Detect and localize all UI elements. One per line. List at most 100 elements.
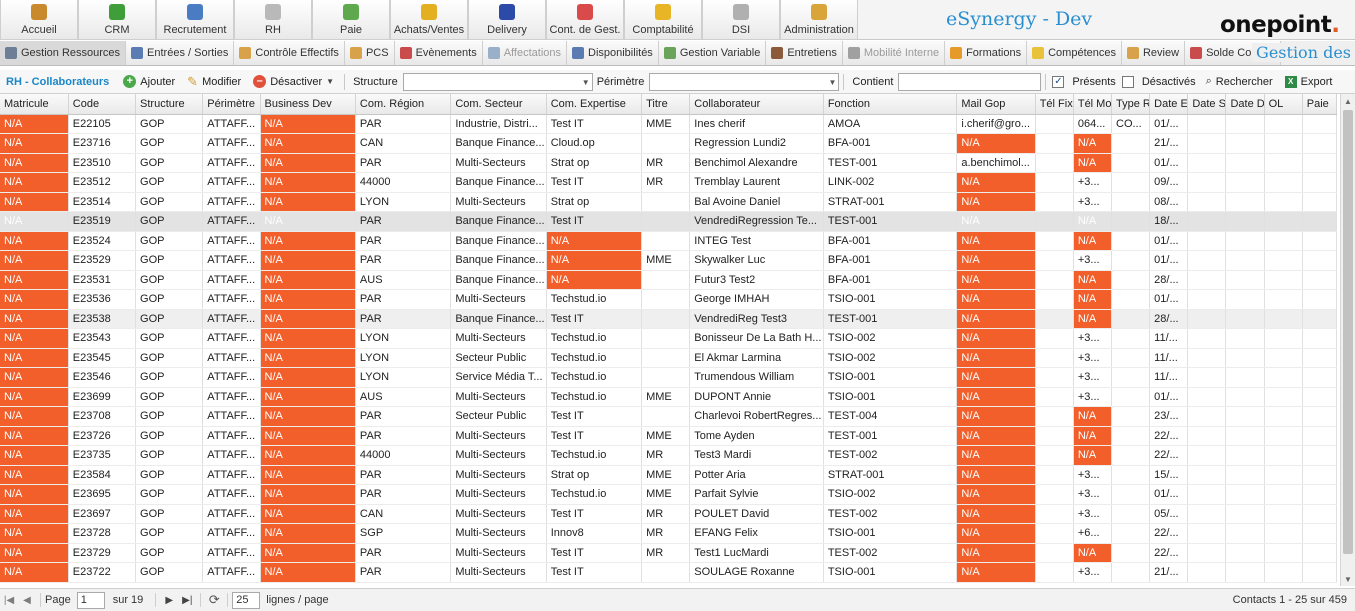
column-header[interactable]: Collaborateur [689,94,824,115]
table-row[interactable]: N/A E23546 GOP ATTAFF... N/A LYON Service Médi… [0,367,1338,388]
tab-pcs[interactable]: PCS [344,41,395,65]
chevron-down-icon[interactable]: ▼ [326,77,334,86]
column-header[interactable]: Com. Expertise [546,94,643,115]
onepoint-logo: onepoint. [1220,12,1340,38]
column-header[interactable]: Structure [135,94,204,115]
column-header[interactable]: Business Dev [260,94,356,115]
module-delivery[interactable]: Delivery [468,0,546,40]
table-row[interactable]: N/A E23729 GOP ATTAFF... N/A PAR Multi-Secteur… [0,543,1338,563]
page-number-input[interactable]: 1 [76,591,105,609]
module-dsi[interactable]: DSI [702,0,780,40]
tab-controle-effectifs[interactable]: Contrôle Effectifs [234,41,345,65]
table-cell [1264,543,1303,563]
tab-gestion-ressources[interactable]: Gestion Ressources [0,41,127,65]
column-header[interactable]: OL [1264,94,1303,115]
table-row[interactable]: N/A E23584 GOP ATTAFF... N/A PAR Multi-Secteur… [0,465,1338,485]
table-row[interactable]: N/A E23524 GOP ATTAFF... N/A PAR Banque Financ… [0,231,1338,251]
last-page-icon[interactable]: ▶| [178,595,196,606]
table-row[interactable]: N/A E23708 GOP ATTAFF... N/A PAR Secteur Publi… [0,406,1338,427]
column-header[interactable]: Périmètre [202,94,261,115]
tab-evenements[interactable]: Evènements [394,41,483,65]
table-row[interactable]: N/A E22105 GOP ATTAFF... N/A PAR Industrie, Di… [0,114,1338,134]
column-header[interactable]: Com. Secteur [450,94,547,115]
structure-select[interactable]: ▼ [402,72,593,91]
column-header[interactable]: Mail Gop [956,94,1036,115]
table-cell [1035,445,1074,466]
table-row[interactable]: N/A E23735 GOP ATTAFF... N/A 44000 Multi-Secte… [0,445,1338,466]
table-cell: Techstud.io [546,367,643,388]
scroll-down-icon[interactable]: ▼ [1341,572,1355,586]
tab-gestion-variable[interactable]: Gestion Variable [658,41,767,65]
module-accueil[interactable]: Accueil [0,0,78,40]
table-row[interactable]: N/A E23545 GOP ATTAFF... N/A LYON Secteur Publ… [0,348,1338,368]
table-row[interactable]: N/A E23728 GOP ATTAFF... N/A SGP Multi-Secteur… [0,523,1338,544]
column-header[interactable]: Date S [1187,94,1227,115]
table-cell: N/A [260,133,356,154]
module-rh[interactable]: RH [234,0,312,40]
table-cell: ATTAFF... [202,504,261,524]
module-paie[interactable]: Paie [312,0,390,40]
deactivate-button[interactable]: – Désactiver ▼ [247,75,340,88]
page-size-input[interactable]: 25 [232,591,261,609]
table-cell: Cloud.op [546,133,643,154]
tab-formations[interactable]: Formations [945,41,1028,65]
table-row[interactable]: N/A E23543 GOP ATTAFF... N/A LYON Multi-Secteu… [0,328,1338,349]
contient-input[interactable] [898,72,1042,91]
table-row[interactable]: N/A E23726 GOP ATTAFF... N/A PAR Multi-Secteur… [0,426,1338,446]
module-recrutement[interactable]: Recrutement [156,0,234,40]
column-header[interactable]: Date D [1225,94,1265,115]
previous-page-icon[interactable]: ◀ [18,595,36,606]
table-row[interactable]: N/A E23697 GOP ATTAFF... N/A CAN Multi-Secteur… [0,504,1338,524]
scrollbar-thumb[interactable] [1343,110,1353,554]
table-row[interactable]: N/A E23699 GOP ATTAFF... N/A AUS Multi-Secteur… [0,387,1338,407]
table-cell: ATTAFF... [202,445,261,466]
tab-review[interactable]: Review [1121,41,1186,65]
tab-disponibilites[interactable]: Disponibilités [567,41,659,65]
tab-competences[interactable]: Compétences [1027,41,1122,65]
table-row[interactable]: N/A E23514 GOP ATTAFF... N/A LYON Multi-Secteu… [0,192,1338,212]
table-cell [1187,289,1227,310]
table-row[interactable]: N/A E23519 GOP ATTAFF... N/A PAR Banque Financ… [0,211,1338,232]
module-administration[interactable]: Administration [780,0,858,40]
table-row[interactable]: N/A E23538 GOP ATTAFF... N/A PAR Banque Financ… [0,309,1338,329]
first-page-icon[interactable]: |◀ [0,595,18,606]
column-header[interactable]: Type R [1111,94,1151,115]
presents-checkbox[interactable]: ✓ Présents [1050,75,1117,88]
table-row[interactable]: N/A E23531 GOP ATTAFF... N/A AUS Banque Financ… [0,270,1338,290]
column-header[interactable]: Paie [1302,94,1338,115]
recruitment-icon [187,4,203,20]
table-row[interactable]: N/A E23722 GOP ATTAFF... N/A PAR Multi-Secteur… [0,562,1338,583]
table-row[interactable]: N/A E23716 GOP ATTAFF... N/A CAN Banque Financ… [0,133,1338,154]
column-header[interactable]: Com. Région [355,94,452,115]
table-row[interactable]: N/A E23512 GOP ATTAFF... N/A 44000 Banque Fina… [0,172,1338,193]
perimetre-select[interactable]: ▼ [649,72,840,91]
search-button[interactable]: ⌕ Rechercher [1200,75,1279,88]
refresh-icon[interactable]: ⟳ [205,592,223,608]
table-row[interactable]: N/A E23510 GOP ATTAFF... N/A PAR Multi-Secteur… [0,153,1338,173]
module-comptabilit-[interactable]: Comptabilité [624,0,702,40]
export-button[interactable]: X Export [1279,75,1339,88]
vertical-scrollbar[interactable]: ▲ ▼ [1340,94,1355,586]
column-header[interactable]: Matricule [0,94,69,115]
table-cell [1264,562,1303,583]
add-button[interactable]: + Ajouter [117,75,181,88]
tab-entrees-sorties[interactable]: Entrées / Sorties [126,41,235,65]
table-cell [1187,367,1227,388]
column-header[interactable]: Titre [641,94,691,115]
edit-button[interactable]: ✎ Modifier [181,74,247,90]
column-header[interactable]: Tél Mo [1073,94,1113,115]
module-crm[interactable]: CRM [78,0,156,40]
tab-entretiens[interactable]: Entretiens [766,41,843,65]
table-row[interactable]: N/A E23529 GOP ATTAFF... N/A PAR Banque Financ… [0,250,1338,271]
module-cont-de-gest-[interactable]: Cont. de Gest. [546,0,624,40]
column-header[interactable]: Fonction [823,94,958,115]
desactives-checkbox[interactable]: Désactivés [1118,75,1200,88]
table-row[interactable]: N/A E23695 GOP ATTAFF... N/A PAR Multi-Secteur… [0,484,1338,505]
module-achats-ventes[interactable]: Achats/Ventes [390,0,468,40]
column-header[interactable]: Code [68,94,137,115]
column-header[interactable]: Tél Fixe [1035,94,1074,115]
next-page-icon[interactable]: ▶ [160,595,178,606]
column-header[interactable]: Date E [1149,94,1189,115]
table-row[interactable]: N/A E23536 GOP ATTAFF... N/A PAR Multi-Secteur… [0,289,1338,310]
scroll-up-icon[interactable]: ▲ [1341,94,1355,108]
